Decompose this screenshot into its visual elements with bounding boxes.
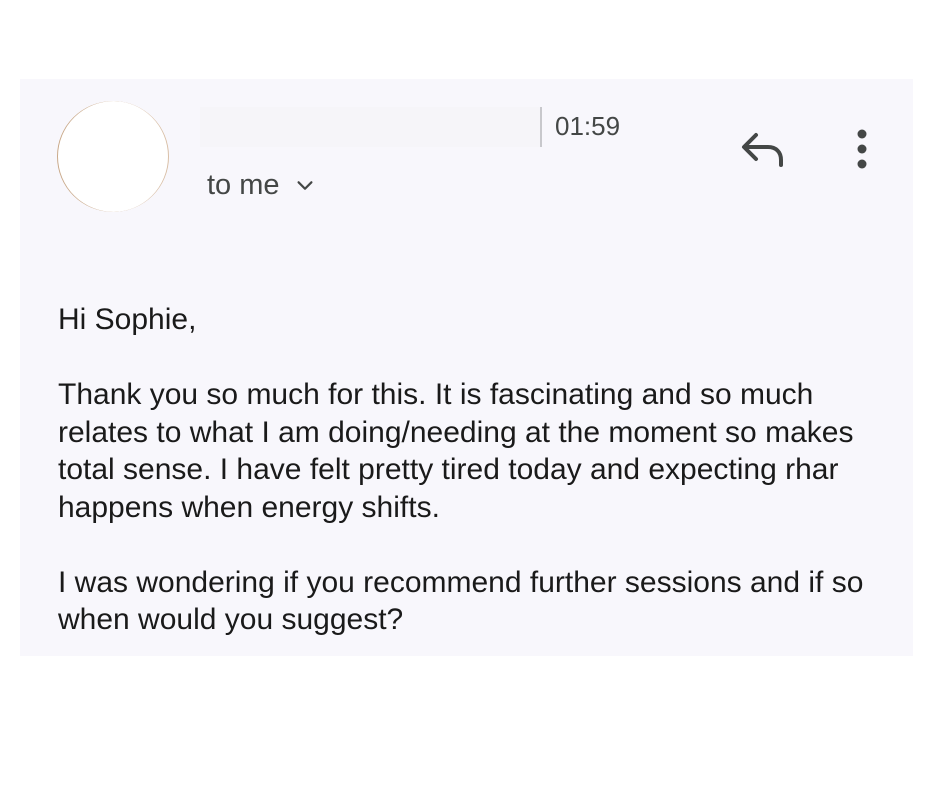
message-body: Hi Sophie, Thank you so much for this. I… (58, 301, 898, 639)
message-paragraph: Thank you so much for this. It is fascin… (58, 378, 854, 524)
recipient-details-toggle[interactable]: to me (207, 169, 316, 202)
message-greeting: Hi Sophie, (58, 303, 197, 336)
chevron-down-icon (297, 180, 313, 190)
more-options-button[interactable] (840, 125, 884, 173)
message-time: 01:59 (555, 111, 621, 141)
reply-button[interactable] (736, 125, 790, 173)
reply-icon (742, 133, 783, 167)
message-paragraph: I was wondering if you recommend further… (58, 565, 864, 637)
recipient-label: to me (207, 169, 280, 201)
avatar[interactable] (57, 101, 169, 212)
sender-name-redacted (200, 107, 542, 147)
email-message-card: 01:59 to me Hi Sophie, Thank you so much… (20, 79, 913, 656)
more-vert-icon (857, 129, 867, 169)
